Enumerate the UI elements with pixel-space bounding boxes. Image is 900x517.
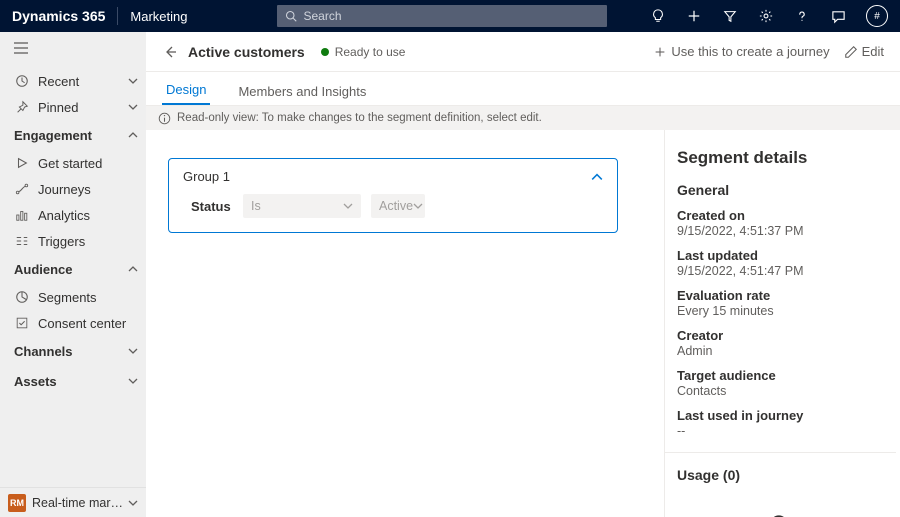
- chevron-down-icon: [128, 76, 138, 86]
- design-canvas: Group 1 Status Is Active: [146, 130, 664, 517]
- left-sidebar: Recent Pinned Engagement Get started: [0, 32, 146, 517]
- chat-icon[interactable]: [830, 8, 846, 24]
- sidebar-toggle[interactable]: [0, 32, 146, 64]
- nav-triggers[interactable]: Triggers: [0, 228, 146, 254]
- global-topbar: Dynamics 365 Marketing Search #: [0, 0, 900, 32]
- nav-get-started[interactable]: Get started: [0, 150, 146, 176]
- clock-icon: [14, 73, 30, 89]
- nav-consent[interactable]: Consent center: [0, 310, 146, 336]
- nav-recent[interactable]: Recent: [0, 68, 146, 94]
- user-avatar[interactable]: #: [866, 5, 888, 27]
- condition-attr-label: Status: [191, 199, 233, 214]
- chevron-down-icon: [343, 201, 353, 211]
- journey-icon: [14, 181, 30, 197]
- topbar-actions: #: [650, 5, 888, 27]
- usage-title: Usage (0): [677, 467, 884, 483]
- edit-icon: [844, 45, 858, 59]
- tabs: Design Members and Insights: [146, 72, 900, 106]
- field-last-updated: Last updated 9/15/2022, 4:51:47 PM: [677, 248, 884, 278]
- details-panel: Segment details General Created on 9/15/…: [664, 130, 900, 517]
- details-general-header: General: [677, 182, 884, 198]
- help-icon[interactable]: [794, 8, 810, 24]
- nav-analytics[interactable]: Analytics: [0, 202, 146, 228]
- brand-name[interactable]: Dynamics 365: [12, 8, 105, 24]
- nav-section-channels[interactable]: Channels: [0, 336, 146, 366]
- back-button[interactable]: [162, 44, 178, 60]
- nav-section-engagement[interactable]: Engagement: [0, 120, 146, 150]
- filter-icon[interactable]: [722, 8, 738, 24]
- group-card[interactable]: Group 1 Status Is Active: [168, 158, 618, 233]
- status-dot-icon: [321, 48, 329, 56]
- search-icon: [677, 513, 884, 517]
- main-content: Active customers Ready to use Use this t…: [146, 32, 900, 517]
- page-header: Active customers Ready to use Use this t…: [146, 32, 900, 72]
- search-placeholder: Search: [303, 9, 341, 23]
- field-created-on: Created on 9/15/2022, 4:51:37 PM: [677, 208, 884, 238]
- nav-section-assets[interactable]: Assets: [0, 366, 146, 396]
- global-search[interactable]: Search: [277, 5, 607, 27]
- plus-icon[interactable]: [686, 8, 702, 24]
- tab-design[interactable]: Design: [162, 82, 210, 105]
- nav-section-audience[interactable]: Audience: [0, 254, 146, 284]
- usage-empty-state: This segment has not been used in journe…: [677, 493, 884, 517]
- chevron-up-icon[interactable]: [591, 171, 603, 183]
- segments-icon: [14, 289, 30, 305]
- details-title: Segment details: [677, 148, 884, 168]
- field-last-used: Last used in journey --: [677, 408, 884, 438]
- status-pill: Ready to use: [321, 45, 406, 59]
- details-divider: [665, 452, 896, 453]
- chevron-down-icon: [413, 201, 423, 211]
- nav-journeys[interactable]: Journeys: [0, 176, 146, 202]
- chevron-down-icon: [128, 346, 138, 356]
- hamburger-icon: [14, 42, 28, 54]
- pin-icon: [14, 99, 30, 115]
- consent-icon: [14, 315, 30, 331]
- edit-action[interactable]: Edit: [844, 44, 884, 59]
- field-creator: Creator Admin: [677, 328, 884, 358]
- field-evaluation-rate: Evaluation rate Every 15 minutes: [677, 288, 884, 318]
- condition-row: Status Is Active: [183, 194, 603, 218]
- condition-operator-field[interactable]: Is: [243, 194, 361, 218]
- brand-divider: [117, 7, 118, 25]
- sidebar-footer[interactable]: RM Real-time marketi...: [0, 487, 146, 517]
- create-journey-action[interactable]: Use this to create a journey: [653, 44, 829, 59]
- arrow-left-icon: [162, 44, 178, 60]
- app-root: Dynamics 365 Marketing Search #: [0, 0, 900, 517]
- chevron-up-icon: [128, 264, 138, 274]
- lightbulb-icon[interactable]: [650, 8, 666, 24]
- condition-value-field[interactable]: Active: [371, 194, 425, 218]
- gear-icon[interactable]: [758, 8, 774, 24]
- search-icon: [285, 10, 297, 22]
- triggers-icon: [14, 233, 30, 249]
- readonly-banner: Read-only view: To make changes to the s…: [146, 106, 900, 130]
- brand-module[interactable]: Marketing: [130, 9, 187, 24]
- field-target-audience: Target audience Contacts: [677, 368, 884, 398]
- footer-label: Real-time marketi...: [32, 496, 128, 510]
- chevron-down-icon: [128, 376, 138, 386]
- page-title: Active customers: [188, 44, 305, 60]
- analytics-icon: [14, 207, 30, 223]
- nav-segments[interactable]: Segments: [0, 284, 146, 310]
- group-header[interactable]: Group 1: [183, 169, 603, 184]
- info-icon: [158, 112, 171, 125]
- chevron-up-icon: [128, 130, 138, 140]
- chevron-down-icon: [128, 102, 138, 112]
- tab-members[interactable]: Members and Insights: [234, 84, 370, 105]
- nav-pinned[interactable]: Pinned: [0, 94, 146, 120]
- play-icon: [14, 155, 30, 171]
- chevron-down-icon: [128, 498, 138, 508]
- footer-badge: RM: [8, 494, 26, 512]
- plus-icon: [653, 45, 667, 59]
